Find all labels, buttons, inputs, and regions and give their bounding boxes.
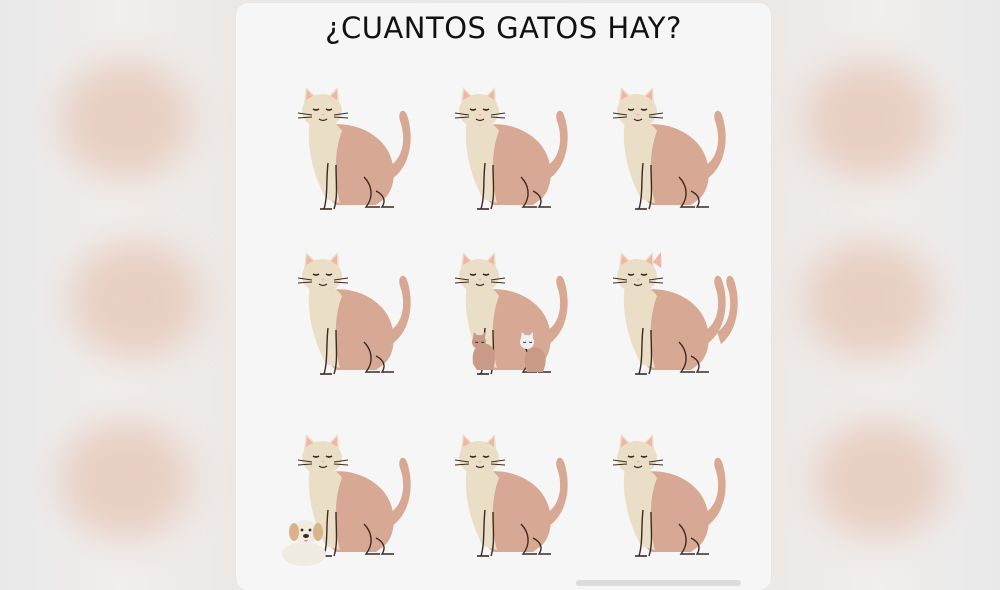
blurred-background-right — [765, 0, 1000, 590]
cat-illustration — [433, 428, 583, 568]
cat-illustration — [591, 246, 741, 386]
cat-illustration — [276, 81, 426, 221]
cat-illustration — [433, 246, 583, 386]
blurred-background-left — [0, 0, 235, 590]
puzzle-card: ¿CUANTOS GATOS HAY? — [236, 3, 771, 590]
cat-illustration — [591, 81, 741, 221]
cat-illustration — [276, 428, 426, 568]
video-progress-bar[interactable] — [576, 580, 741, 586]
cat-illustration — [591, 428, 741, 568]
cat-illustration — [276, 246, 426, 386]
cat-illustration — [433, 81, 583, 221]
puzzle-title: ¿CUANTOS GATOS HAY? — [325, 11, 682, 45]
